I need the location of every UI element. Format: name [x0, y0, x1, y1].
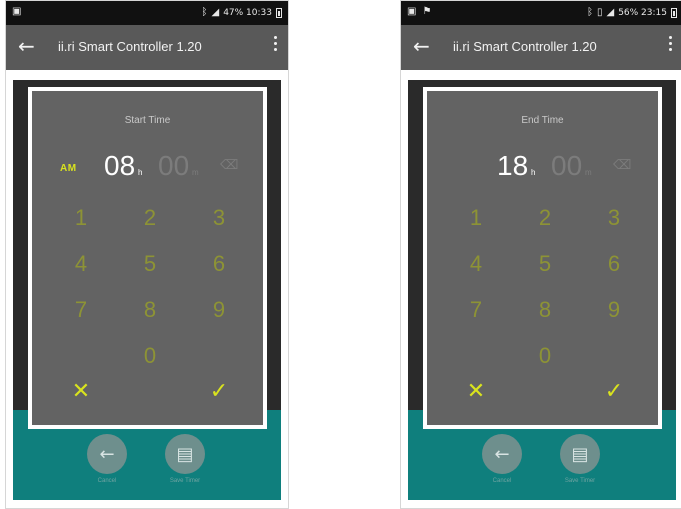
bluetooth-icon: ᛒ — [201, 7, 208, 18]
save-icon: ▤ — [571, 443, 589, 465]
keypad-key-6[interactable]: 6 — [199, 246, 239, 282]
backspace-icon[interactable]: ⌫ — [220, 158, 238, 173]
keypad-key-2[interactable]: 2 — [525, 200, 565, 236]
battery-icon — [671, 8, 677, 18]
keypad-key-1[interactable]: 1 — [61, 200, 101, 236]
keypad-key-7[interactable]: 7 — [456, 292, 496, 328]
cancel-icon[interactable]: ✕ — [456, 374, 496, 410]
save-icon: ▤ — [176, 443, 194, 465]
status-bar: ▣ ᛒ ◢ 47% 10:33 — [6, 1, 288, 25]
keypad-key-3[interactable]: 3 — [199, 200, 239, 236]
app-bar: ← ii.ri Smart Controller 1.20 — [401, 25, 681, 70]
hour-value[interactable]: 18 — [497, 150, 528, 182]
save-timer-caption: Save Timer — [564, 478, 596, 484]
phone-screen-end-time: ▣ ⚑ ᛒ ▯ ◢ 56% 23:15 ← ii.ri Smart Contro… — [400, 0, 681, 509]
keypad-key-3[interactable]: 3 — [594, 200, 634, 236]
vibrate-icon: ▯ — [596, 7, 603, 18]
app-bar: ← ii.ri Smart Controller 1.20 — [6, 25, 288, 70]
cancel-icon[interactable]: ✕ — [61, 374, 101, 410]
bluetooth-icon: ᛒ — [586, 7, 593, 18]
phone-screen-start-time: ▣ ᛒ ◢ 47% 10:33 ← ii.ri Smart Controller… — [5, 0, 289, 509]
cancel-caption: Cancel — [97, 478, 117, 484]
status-text: 56% 23:15 — [618, 8, 667, 18]
signal-icon: ◢ — [606, 7, 615, 18]
check-icon[interactable]: ✓ — [594, 374, 634, 410]
status-bar: ▣ ⚑ ᛒ ▯ ◢ 56% 23:15 — [401, 1, 681, 25]
keypad-key-7[interactable]: 7 — [61, 292, 101, 328]
arrow-left-circle-icon: ← — [99, 443, 115, 465]
save-timer-caption: Save Timer — [169, 478, 201, 484]
check-icon[interactable]: ✓ — [199, 374, 239, 410]
cancel-round-button[interactable]: ← — [482, 434, 522, 474]
keypad-key-8[interactable]: 8 — [130, 292, 170, 328]
image-notification-icon: ▣ — [407, 6, 417, 17]
hour-unit: h — [531, 168, 536, 177]
save-timer-button[interactable]: ▤ — [165, 434, 205, 474]
signal-icon: ◢ — [211, 7, 220, 18]
keypad-key-4[interactable]: 4 — [61, 246, 101, 282]
time-picker-dialog: Start Time AM 08 h 00 m ⌫ 1 2 3 4 5 6 7 … — [28, 87, 267, 429]
more-vert-icon[interactable] — [272, 36, 278, 51]
keypad-key-1[interactable]: 1 — [456, 200, 496, 236]
keypad-key-0[interactable]: 0 — [525, 338, 565, 374]
ampm-toggle[interactable]: AM — [60, 163, 77, 174]
minute-unit: m — [585, 168, 592, 177]
backspace-icon[interactable]: ⌫ — [613, 158, 631, 173]
hour-value[interactable]: 08 — [104, 150, 135, 182]
cancel-round-button[interactable]: ← — [87, 434, 127, 474]
cancel-caption: Cancel — [492, 478, 512, 484]
time-display: 18 h 00 m ⌫ — [427, 146, 658, 186]
keypad-key-6[interactable]: 6 — [594, 246, 634, 282]
save-timer-button[interactable]: ▤ — [560, 434, 600, 474]
app-title: ii.ri Smart Controller 1.20 — [58, 39, 202, 54]
dialog-title: End Time — [521, 115, 564, 126]
time-picker-dialog: End Time 18 h 00 m ⌫ 1 2 3 4 5 6 7 8 9 0… — [423, 87, 662, 429]
minute-value[interactable]: 00 — [158, 150, 189, 182]
keypad-key-5[interactable]: 5 — [525, 246, 565, 282]
hour-unit: h — [138, 168, 143, 177]
image-notification-icon: ▣ — [12, 6, 22, 17]
arrow-left-icon[interactable]: ← — [18, 34, 35, 58]
keypad-key-9[interactable]: 9 — [199, 292, 239, 328]
flag-notification-icon: ⚑ — [422, 6, 432, 17]
keypad-key-8[interactable]: 8 — [525, 292, 565, 328]
keypad-key-4[interactable]: 4 — [456, 246, 496, 282]
more-vert-icon[interactable] — [667, 36, 673, 51]
keypad-key-5[interactable]: 5 — [130, 246, 170, 282]
dialog-title: Start Time — [124, 115, 171, 126]
app-title: ii.ri Smart Controller 1.20 — [453, 39, 597, 54]
content-area: ← ▤ Cancel Save Timer Start Time AM 08 h… — [6, 70, 288, 508]
time-display: AM 08 h 00 m ⌫ — [32, 146, 263, 186]
battery-icon — [276, 8, 282, 18]
keypad-key-2[interactable]: 2 — [130, 200, 170, 236]
arrow-left-circle-icon: ← — [494, 443, 510, 465]
arrow-left-icon[interactable]: ← — [413, 34, 430, 58]
content-area: ← ▤ Cancel Save Timer End Time 18 h 00 m… — [401, 70, 681, 508]
status-text: 47% 10:33 — [223, 8, 272, 18]
keypad-key-0[interactable]: 0 — [130, 338, 170, 374]
keypad-key-9[interactable]: 9 — [594, 292, 634, 328]
minute-unit: m — [192, 168, 199, 177]
minute-value[interactable]: 00 — [551, 150, 582, 182]
